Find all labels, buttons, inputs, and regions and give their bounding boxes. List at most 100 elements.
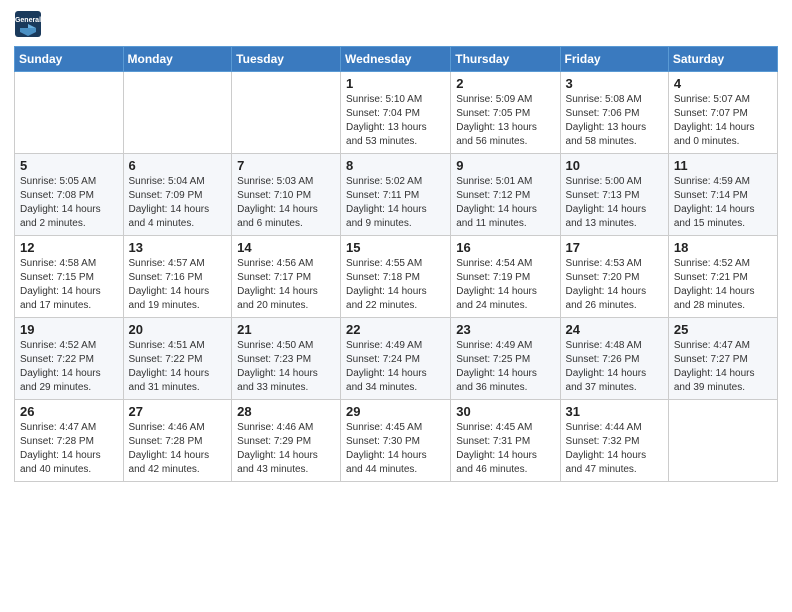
- day-info: Sunrise: 5:04 AMSunset: 7:09 PMDaylight:…: [129, 175, 227, 231]
- day-cell: 28Sunrise: 4:46 AMSunset: 7:29 PMDayligh…: [232, 400, 341, 482]
- day-cell: [232, 72, 341, 154]
- day-number: 13: [129, 240, 227, 255]
- day-cell: 3 Sunrise: 5:08 AMSunset: 7:06 PMDaylight…: [560, 72, 668, 154]
- calendar: SundayMondayTuesdayWednesdayThursdayFrid…: [14, 46, 778, 482]
- day-number: 6: [129, 158, 227, 173]
- day-cell: 2 Sunrise: 5:09 AMSunset: 7:05 PMDaylight…: [451, 72, 560, 154]
- weekday-header-sunday: Sunday: [15, 47, 124, 72]
- weekday-header-friday: Friday: [560, 47, 668, 72]
- day-info: Sunrise: 5:03 AMSunset: 7:10 PMDaylight:…: [237, 175, 335, 231]
- header: General: [14, 10, 778, 38]
- day-info: Sunrise: 4:49 AMSunset: 7:25 PMDaylight:…: [456, 339, 554, 395]
- svg-text:General: General: [15, 17, 41, 24]
- day-info: Sunrise: 5:02 AMSunset: 7:11 PMDaylight:…: [346, 175, 445, 231]
- day-number: 26: [20, 404, 118, 419]
- day-number: 4: [674, 76, 772, 91]
- day-number: 22: [346, 322, 445, 337]
- day-number: 17: [566, 240, 663, 255]
- day-info: Sunrise: 4:58 AMSunset: 7:15 PMDaylight:…: [20, 257, 118, 313]
- day-info: Sunrise: 4:53 AMSunset: 7:20 PMDaylight:…: [566, 257, 663, 313]
- day-info: Sunrise: 5:00 AMSunset: 7:13 PMDaylight:…: [566, 175, 663, 231]
- day-cell: 24 Sunrise: 4:48 AMSunset: 7:26 PMDayligh…: [560, 318, 668, 400]
- day-cell: 25 Sunrise: 4:47 AMSunset: 7:27 PMDayligh…: [668, 318, 777, 400]
- day-cell: 10 Sunrise: 5:00 AMSunset: 7:13 PMDayligh…: [560, 154, 668, 236]
- day-number: 15: [346, 240, 445, 255]
- day-cell: 19 Sunrise: 4:52 AMSunset: 7:22 PMDayligh…: [15, 318, 124, 400]
- day-info: Sunrise: 4:45 AMSunset: 7:30 PMDaylight:…: [346, 421, 445, 477]
- day-number: 25: [674, 322, 772, 337]
- day-number: 14: [237, 240, 335, 255]
- day-cell: 14 Sunrise: 4:56 AMSunset: 7:17 PMDayligh…: [232, 236, 341, 318]
- day-info: Sunrise: 4:59 AMSunset: 7:14 PMDaylight:…: [674, 175, 772, 231]
- day-info: Sunrise: 4:55 AMSunset: 7:18 PMDaylight:…: [346, 257, 445, 313]
- day-info: Sunrise: 4:50 AMSunset: 7:23 PMDaylight:…: [237, 339, 335, 395]
- day-info: Sunrise: 4:47 AMSunset: 7:27 PMDaylight:…: [674, 339, 772, 395]
- week-row-1: 1 Sunrise: 5:10 AMSunset: 7:04 PMDaylight…: [15, 72, 778, 154]
- day-number: 1: [346, 76, 445, 91]
- weekday-header-monday: Monday: [123, 47, 232, 72]
- day-cell: 22 Sunrise: 4:49 AMSunset: 7:24 PMDayligh…: [341, 318, 451, 400]
- day-number: 16: [456, 240, 554, 255]
- week-row-5: 26 Sunrise: 4:47 AMSunset: 7:28 PMDayligh…: [15, 400, 778, 482]
- day-info: Sunrise: 5:09 AMSunset: 7:05 PMDaylight:…: [456, 93, 554, 149]
- day-info: Sunrise: 4:44 AMSunset: 7:32 PMDaylight:…: [566, 421, 663, 477]
- day-cell: 29 Sunrise: 4:45 AMSunset: 7:30 PMDayligh…: [341, 400, 451, 482]
- day-cell: 30Sunrise: 4:45 AMSunset: 7:31 PMDayligh…: [451, 400, 560, 482]
- day-info: Sunrise: 5:07 AMSunset: 7:07 PMDaylight:…: [674, 93, 772, 149]
- day-cell: 12 Sunrise: 4:58 AMSunset: 7:15 PMDayligh…: [15, 236, 124, 318]
- day-info: Sunrise: 5:08 AMSunset: 7:06 PMDaylight:…: [566, 93, 663, 149]
- page: General SundayMondayTuesdayWednesdayThur…: [0, 0, 792, 496]
- day-number: 31: [566, 404, 663, 419]
- day-info: Sunrise: 5:10 AMSunset: 7:04 PMDaylight:…: [346, 93, 445, 149]
- day-cell: 21Sunrise: 4:50 AMSunset: 7:23 PMDayligh…: [232, 318, 341, 400]
- day-info: Sunrise: 4:51 AMSunset: 7:22 PMDaylight:…: [129, 339, 227, 395]
- day-cell: 9 Sunrise: 5:01 AMSunset: 7:12 PMDaylight…: [451, 154, 560, 236]
- logo: General: [14, 10, 44, 38]
- day-number: 2: [456, 76, 554, 91]
- day-number: 20: [129, 322, 227, 337]
- weekday-header-row: SundayMondayTuesdayWednesdayThursdayFrid…: [15, 47, 778, 72]
- day-cell: 17 Sunrise: 4:53 AMSunset: 7:20 PMDayligh…: [560, 236, 668, 318]
- weekday-header-tuesday: Tuesday: [232, 47, 341, 72]
- day-info: Sunrise: 4:54 AMSunset: 7:19 PMDaylight:…: [456, 257, 554, 313]
- day-number: 29: [346, 404, 445, 419]
- day-number: 3: [566, 76, 663, 91]
- day-cell: 31 Sunrise: 4:44 AMSunset: 7:32 PMDayligh…: [560, 400, 668, 482]
- day-info: Sunrise: 4:48 AMSunset: 7:26 PMDaylight:…: [566, 339, 663, 395]
- day-cell: 1 Sunrise: 5:10 AMSunset: 7:04 PMDaylight…: [341, 72, 451, 154]
- day-number: 9: [456, 158, 554, 173]
- day-cell: 16 Sunrise: 4:54 AMSunset: 7:19 PMDayligh…: [451, 236, 560, 318]
- day-cell: 5 Sunrise: 5:05 AMSunset: 7:08 PMDaylight…: [15, 154, 124, 236]
- day-cell: [668, 400, 777, 482]
- day-info: Sunrise: 4:52 AMSunset: 7:21 PMDaylight:…: [674, 257, 772, 313]
- day-info: Sunrise: 4:45 AMSunset: 7:31 PMDaylight:…: [456, 421, 554, 477]
- logo-icon: General: [14, 10, 42, 38]
- day-number: 24: [566, 322, 663, 337]
- day-number: 27: [129, 404, 227, 419]
- day-info: Sunrise: 5:01 AMSunset: 7:12 PMDaylight:…: [456, 175, 554, 231]
- week-row-3: 12 Sunrise: 4:58 AMSunset: 7:15 PMDayligh…: [15, 236, 778, 318]
- weekday-header-thursday: Thursday: [451, 47, 560, 72]
- day-info: Sunrise: 4:52 AMSunset: 7:22 PMDaylight:…: [20, 339, 118, 395]
- day-cell: 11 Sunrise: 4:59 AMSunset: 7:14 PMDayligh…: [668, 154, 777, 236]
- day-cell: 7 Sunrise: 5:03 AMSunset: 7:10 PMDaylight…: [232, 154, 341, 236]
- day-cell: 26 Sunrise: 4:47 AMSunset: 7:28 PMDayligh…: [15, 400, 124, 482]
- day-cell: 27Sunrise: 4:46 AMSunset: 7:28 PMDayligh…: [123, 400, 232, 482]
- day-info: Sunrise: 4:56 AMSunset: 7:17 PMDaylight:…: [237, 257, 335, 313]
- day-info: Sunrise: 4:57 AMSunset: 7:16 PMDaylight:…: [129, 257, 227, 313]
- day-cell: 6 Sunrise: 5:04 AMSunset: 7:09 PMDaylight…: [123, 154, 232, 236]
- day-number: 23: [456, 322, 554, 337]
- day-number: 5: [20, 158, 118, 173]
- day-number: 8: [346, 158, 445, 173]
- day-number: 19: [20, 322, 118, 337]
- day-number: 7: [237, 158, 335, 173]
- day-cell: [15, 72, 124, 154]
- day-number: 12: [20, 240, 118, 255]
- day-info: Sunrise: 4:49 AMSunset: 7:24 PMDaylight:…: [346, 339, 445, 395]
- day-number: 11: [674, 158, 772, 173]
- day-cell: 18Sunrise: 4:52 AMSunset: 7:21 PMDayligh…: [668, 236, 777, 318]
- day-info: Sunrise: 5:05 AMSunset: 7:08 PMDaylight:…: [20, 175, 118, 231]
- day-number: 10: [566, 158, 663, 173]
- day-info: Sunrise: 4:47 AMSunset: 7:28 PMDaylight:…: [20, 421, 118, 477]
- day-cell: 13 Sunrise: 4:57 AMSunset: 7:16 PMDayligh…: [123, 236, 232, 318]
